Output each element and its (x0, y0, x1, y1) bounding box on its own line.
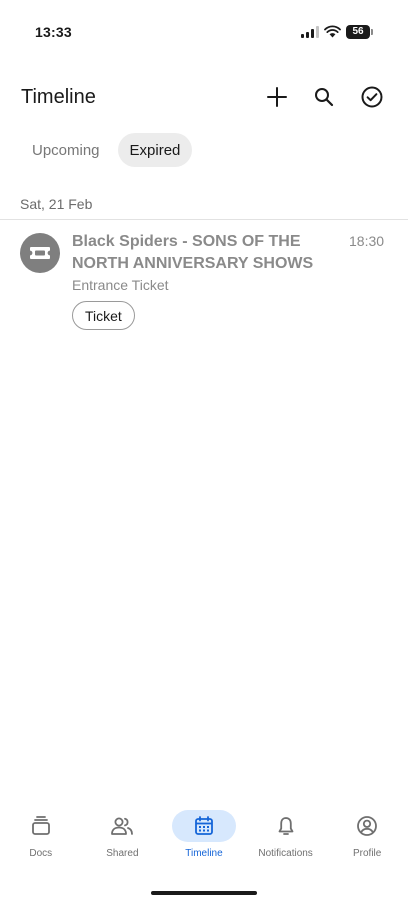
profile-icon (357, 816, 378, 836)
docs-stack-icon (31, 816, 50, 835)
nav-shared[interactable]: Shared (82, 805, 164, 865)
nav-notifications[interactable]: Notifications (245, 805, 327, 865)
nav-profile-label: Profile (352, 848, 382, 859)
event-subtitle: Entrance Ticket (72, 277, 169, 293)
add-button[interactable] (264, 84, 290, 110)
plus-icon (267, 87, 287, 107)
home-indicator[interactable] (151, 891, 257, 895)
ticket-chip[interactable]: Ticket (72, 301, 135, 330)
nav-shared-label: Shared (106, 848, 139, 859)
nav-timeline-label: Timeline (185, 848, 223, 859)
event-avatar (20, 233, 60, 273)
ticket-icon (30, 247, 50, 259)
bottom-nav: Docs Shared Timeline Notifications Profi… (0, 805, 408, 865)
nav-notifications-label: Notifications (258, 848, 313, 859)
filter-tabs: Upcoming Expired (20, 133, 193, 167)
people-icon (111, 817, 134, 835)
screen: 13:33 56 Timeline Upcoming Expired Sat, … (0, 0, 408, 911)
wifi-icon (324, 25, 341, 38)
battery-icon: 56 (346, 25, 374, 39)
page-title: Timeline (21, 86, 96, 108)
search-button[interactable] (311, 84, 337, 110)
tab-upcoming[interactable]: Upcoming (20, 133, 112, 167)
calendar-icon (195, 816, 213, 835)
status-time: 13:33 (35, 24, 72, 40)
nav-profile[interactable]: Profile (326, 805, 408, 865)
nav-docs-label: Docs (29, 848, 53, 859)
nav-docs[interactable]: Docs (0, 805, 82, 865)
event-item[interactable]: Black Spiders - SONS OF THE NORTH ANNIVE… (0, 220, 408, 335)
battery-level: 56 (346, 25, 370, 39)
event-title: Black Spiders - SONS OF THE NORTH ANNIVE… (72, 233, 314, 272)
search-icon (315, 88, 334, 107)
signal-icon (301, 26, 319, 38)
nav-timeline[interactable]: Timeline (163, 805, 245, 865)
bell-icon (278, 817, 293, 835)
check-circle-icon (361, 86, 383, 108)
date-header: Sat, 21 Feb (20, 196, 93, 212)
select-button[interactable] (359, 84, 385, 110)
status-bar: 13:33 56 (0, 0, 408, 60)
tab-expired[interactable]: Expired (117, 133, 193, 167)
event-time: 18:30 (349, 233, 385, 249)
